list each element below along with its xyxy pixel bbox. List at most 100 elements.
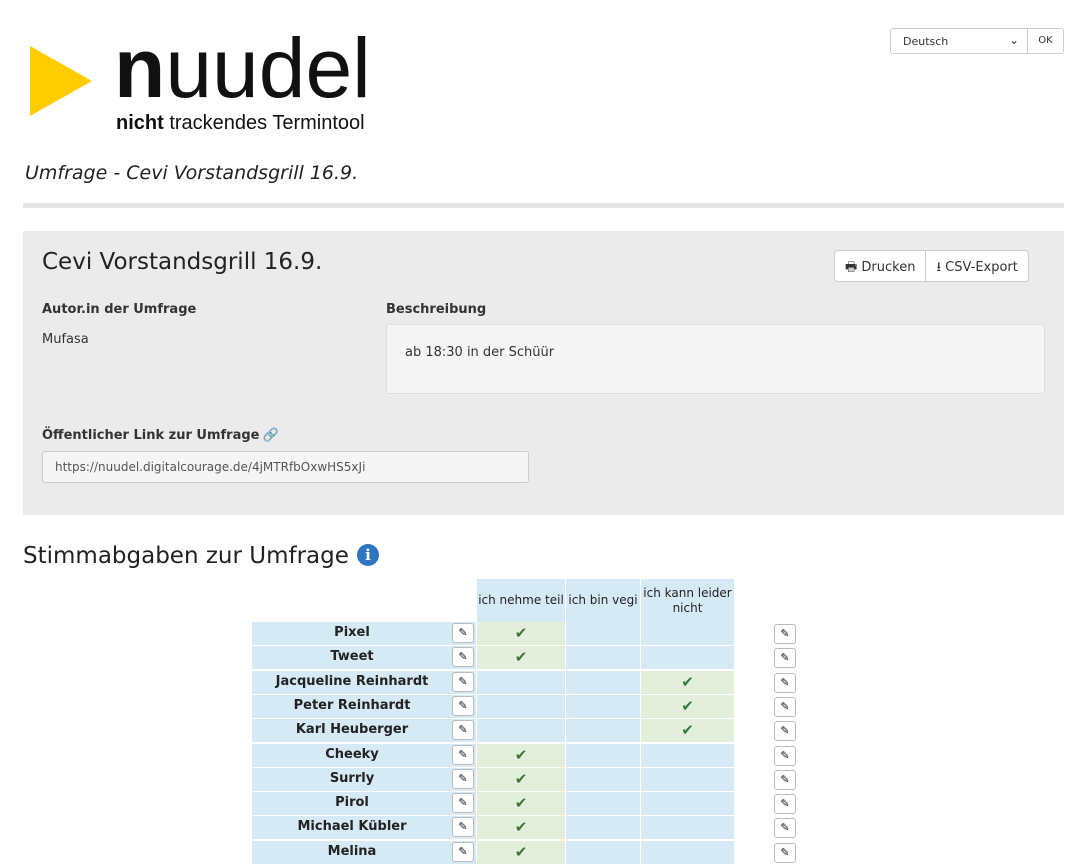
voter-name: Tweet [252,646,476,670]
row-action-button[interactable]: ✎ [774,672,796,693]
vote-row: Karl Heuberger ✎ ✔ ✎ [252,719,796,743]
row-action-button[interactable]: ✎ [774,818,796,839]
edit-vote-button[interactable]: ✎ [452,817,474,838]
vote-empty-cell [641,767,735,791]
info-icon[interactable]: i [357,544,379,566]
vote-empty-cell [477,719,566,743]
vote-empty-cell [566,694,641,718]
vote-row: Cheeky ✎ ✔ ✎ [252,743,796,768]
check-icon: ✔ [681,672,694,691]
description-label: Beschreibung [386,302,487,317]
poll-info-panel: Cevi Vorstandsgrill 16.9. 🖶 Drucken ⭳ CS… [23,231,1064,515]
vote-yes-cell: ✔ [477,840,566,864]
vote-empty-cell [566,743,641,767]
description-box: ab 18:30 in der Schüür [386,324,1045,394]
vote-row: Pirol ✎ ✔ ✎ [252,792,796,816]
download-icon: ⭳ [936,260,942,275]
poll-title: Cevi Vorstandsgrill 16.9. [42,249,323,275]
voter-name: Jacqueline Reinhardt [252,670,476,694]
author-label: Autor.in der Umfrage [42,302,197,317]
vote-empty-cell [641,816,735,840]
edit-vote-button[interactable]: ✎ [452,768,474,789]
vote-empty-cell [641,743,735,767]
edit-vote-button[interactable]: ✎ [452,720,474,741]
vote-row: Pixel ✎ ✔ ✎ [252,622,796,646]
vote-yes-cell: ✔ [477,767,566,791]
logo-tagline: nicht trackendes Termintool [116,112,365,134]
edit-vote-button[interactable]: ✎ [452,695,474,716]
check-icon: ✔ [514,648,528,667]
logo-wordmark: nuudel [114,21,371,115]
vote-empty-cell [477,670,566,694]
vote-empty-cell [641,646,735,670]
divider [23,203,1064,208]
language-select[interactable]: Deutsch ⌄ [890,28,1028,54]
voter-name: Peter Reinhardt [252,694,476,718]
edit-vote-button[interactable]: ✎ [452,841,474,862]
check-icon: ✔ [514,818,528,837]
vote-empty-cell [566,622,641,645]
check-icon: ✔ [681,696,694,715]
row-action-button[interactable]: ✎ [774,794,796,815]
play-triangle-icon [30,46,92,116]
row-action-button[interactable]: ✎ [774,842,796,863]
vote-row: Tweet ✎ ✔ ✎ [252,646,796,670]
vote-empty-cell [477,694,566,718]
vote-empty-cell [641,622,735,645]
row-action-button[interactable]: ✎ [774,624,796,644]
edit-vote-button[interactable]: ✎ [452,793,474,814]
row-action-button[interactable]: ✎ [774,721,796,742]
vote-row: Michael Kübler ✎ ✔ ✎ [252,816,796,840]
vote-empty-cell [566,840,641,864]
edit-vote-button[interactable]: ✎ [452,647,474,668]
vote-yes-cell: ✔ [477,743,566,767]
edit-vote-button[interactable]: ✎ [452,623,474,643]
vote-row: Peter Reinhardt ✎ ✔ ✎ [252,694,796,719]
language-switcher: Deutsch ⌄ OK [890,28,1064,54]
vote-yes-cell: ✔ [641,719,735,743]
vote-empty-cell [566,646,641,670]
vote-empty-cell [566,816,641,840]
edit-vote-button[interactable]: ✎ [452,744,474,765]
public-link-field[interactable]: https://nuudel.digitalcourage.de/4jMTRfb… [42,451,529,483]
voter-name: Surrly [252,767,476,791]
vote-row: Melina ✎ ✔ ✎ [252,840,796,865]
row-action-button[interactable]: ✎ [774,745,796,766]
choice-header: ich bin vegi [566,579,641,622]
check-icon: ✔ [514,794,528,813]
check-icon: ✔ [514,624,528,642]
link-icon: 🔗 [262,428,279,443]
chevron-down-icon: ⌄ [1008,33,1019,47]
row-action-button[interactable]: ✎ [774,696,796,717]
nuudel-logo[interactable]: nuudel nicht trackendes Termintool [28,26,398,136]
choice-header: ich nehme teil [477,579,566,622]
vote-empty-cell [566,792,641,816]
printer-icon: 🖶 [845,260,858,275]
author-value: Mufasa [42,332,89,347]
voter-name: Cheeky [252,743,476,767]
vote-yes-cell: ✔ [641,670,735,694]
vote-empty-cell [641,792,735,816]
row-action-button[interactable]: ✎ [774,648,796,669]
csv-export-button[interactable]: ⭳ CSV-Export [926,250,1029,282]
poll-actions: 🖶 Drucken ⭳ CSV-Export [834,250,1029,282]
vote-empty-cell [566,670,641,694]
public-link-label: Öffentlicher Link zur Umfrage 🔗 [42,428,279,443]
choice-header: ich kann leider nicht [641,579,735,622]
voter-name: Pirol [252,792,476,816]
vote-empty-cell [566,767,641,791]
page-title: Umfrage - Cevi Vorstandsgrill 16.9. [25,162,359,184]
edit-vote-button[interactable]: ✎ [452,671,474,692]
vote-yes-cell: ✔ [477,622,566,645]
voter-name: Pixel [252,622,476,645]
language-ok-button[interactable]: OK [1028,28,1064,54]
row-action-button[interactable]: ✎ [774,769,796,790]
check-icon: ✔ [514,745,528,764]
vote-empty-cell [641,840,735,864]
check-icon: ✔ [514,842,528,861]
vote-row: Surrly ✎ ✔ ✎ [252,767,796,792]
print-button[interactable]: 🖶 Drucken [834,250,927,282]
check-icon: ✔ [681,721,694,740]
vote-row: Jacqueline Reinhardt ✎ ✔ ✎ [252,670,796,695]
vote-yes-cell: ✔ [477,792,566,816]
